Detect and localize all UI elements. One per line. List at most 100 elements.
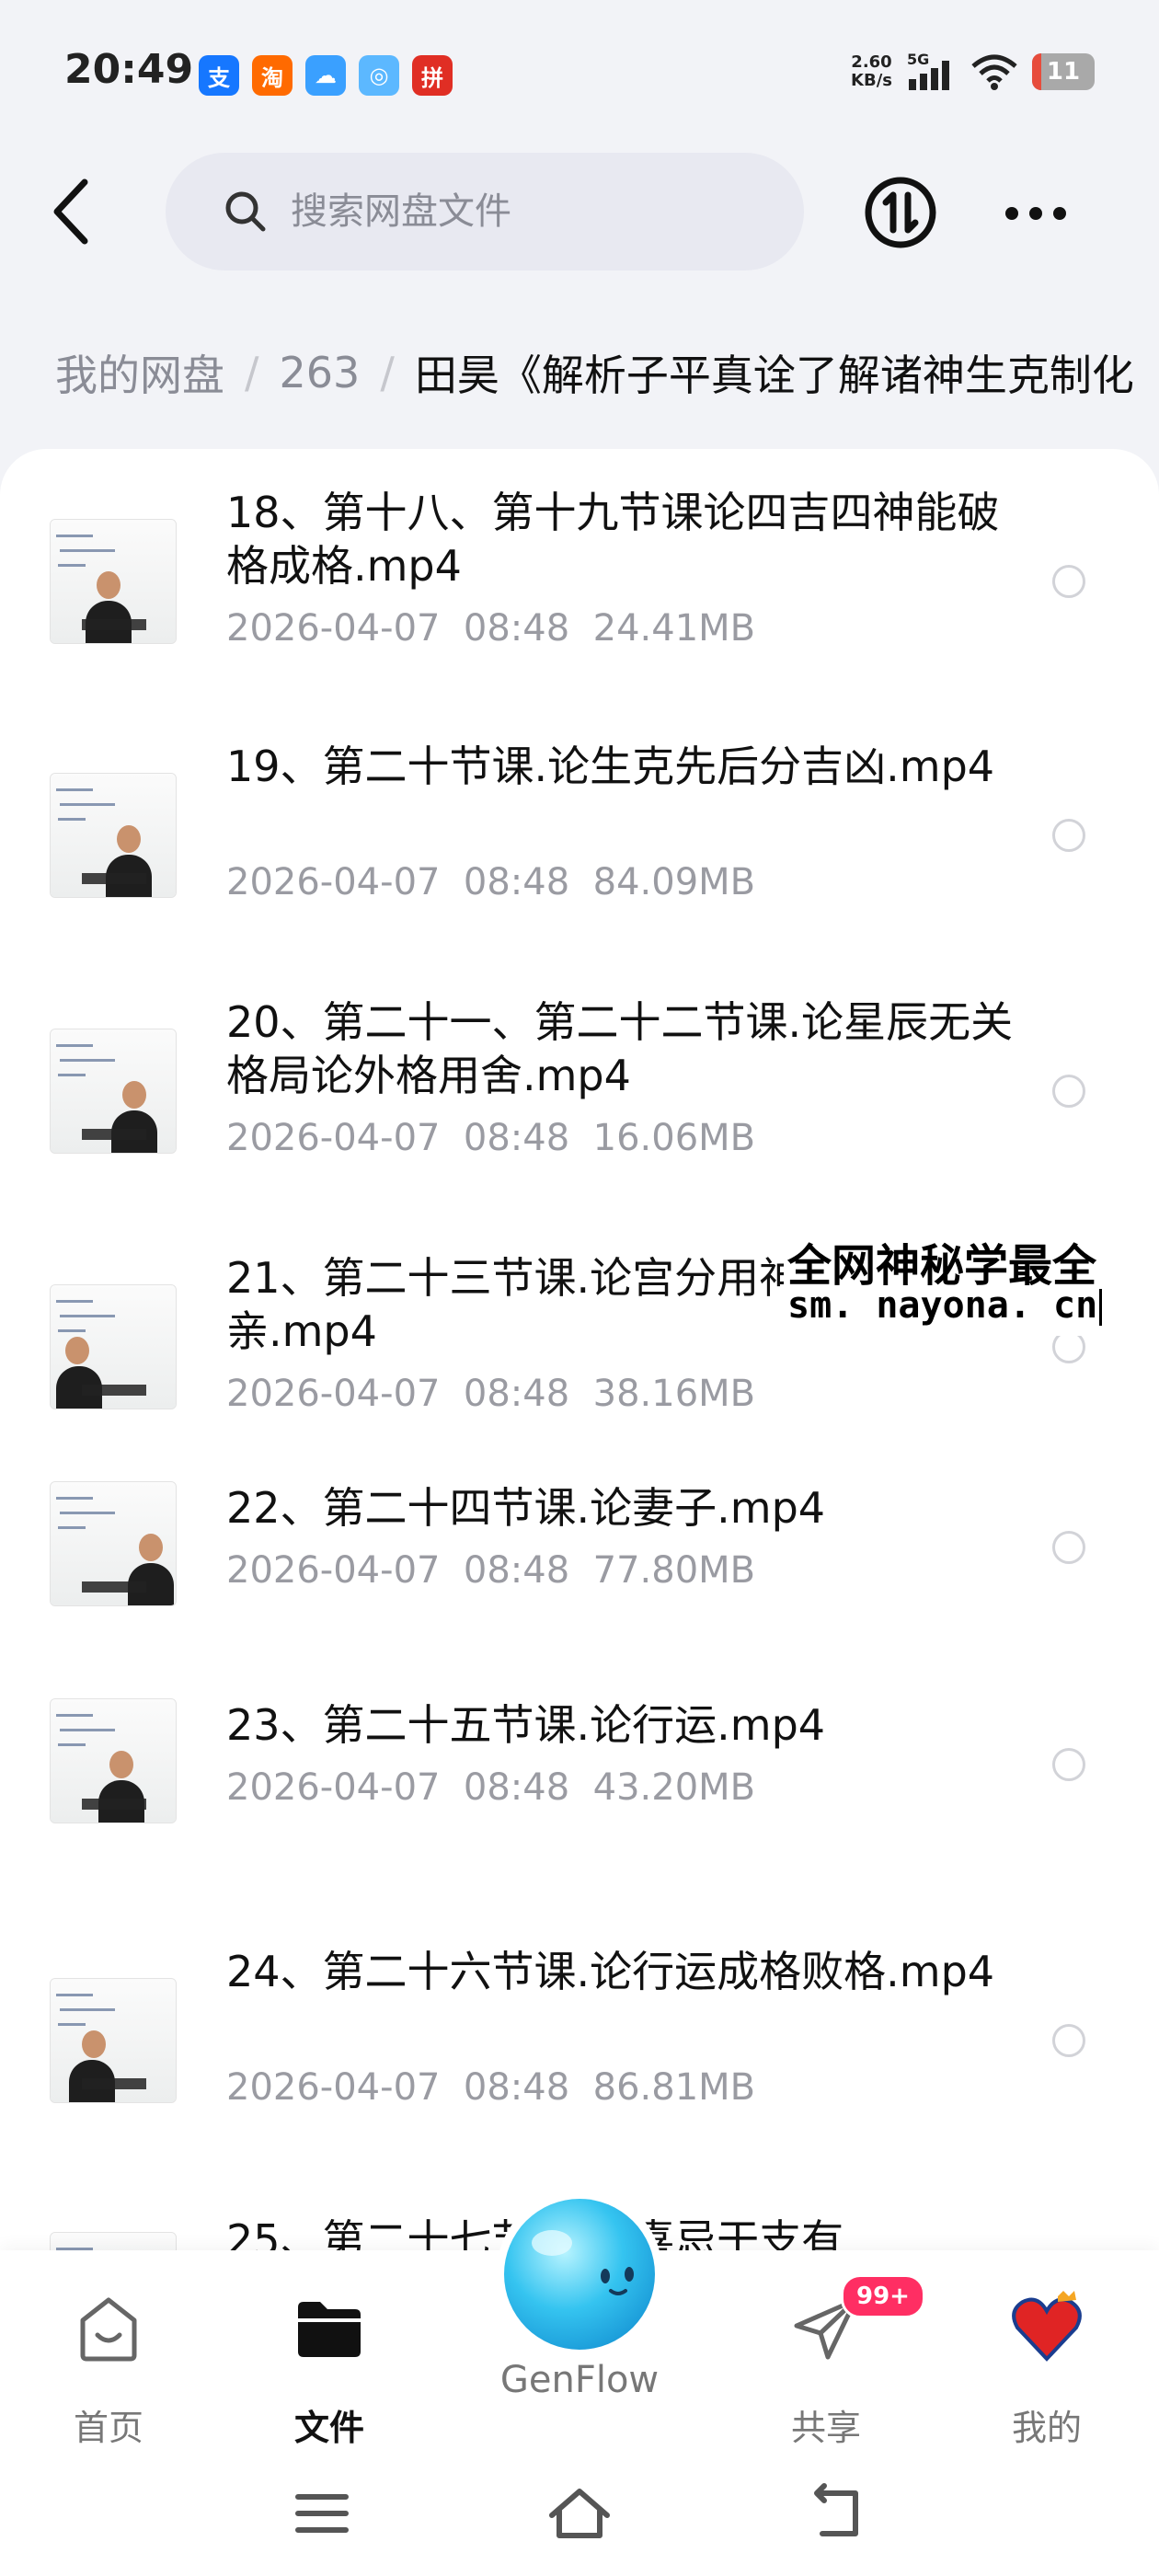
file-row[interactable]: 23、第二十五节课.论行运.mp4 2026-04-07 08:48 43.20M… — [0, 1698, 1159, 1919]
home-button-icon[interactable] — [543, 2480, 616, 2545]
file-name: 18、第十八、第十九节课论四吉四神能破格成格.mp4 — [226, 488, 1000, 591]
search-bar[interactable] — [166, 153, 804, 270]
genflow-app-icon: ◎ — [359, 55, 399, 96]
file-row[interactable]: 18、第十八、第十九节课论四吉四神能破格成格.mp4 2026-04-07 08:… — [0, 486, 1159, 707]
watermark-url: sm. nayona. cn — [787, 1284, 1103, 1327]
nav-files[interactable]: 文件 — [256, 2291, 403, 2448]
back-button-icon[interactable] — [800, 2480, 874, 2545]
video-thumbnail — [50, 1978, 177, 2103]
file-time: 08:48 — [463, 861, 570, 903]
video-thumbnail — [50, 1029, 177, 1154]
nav-share-label: 共享 — [790, 2408, 861, 2448]
system-navigation-bar — [0, 2453, 1159, 2576]
file-meta: 2026-04-07 08:48 38.16MB — [226, 1373, 755, 1415]
file-size: 16.06MB — [592, 1117, 756, 1159]
select-checkbox[interactable] — [1052, 565, 1085, 598]
file-meta: 2026-04-07 08:48 86.81MB — [226, 2066, 755, 2109]
cellular-signal-icon: 5G — [907, 52, 949, 90]
file-time: 08:48 — [463, 607, 570, 650]
share-notification-badge: 99+ — [841, 2274, 925, 2318]
file-name: 23、第二十五节课.论行运.mp4 — [226, 1700, 826, 1750]
file-date: 2026-04-07 — [226, 1766, 441, 1809]
search-icon — [225, 191, 266, 232]
wifi-icon — [971, 54, 1017, 90]
file-list: 18、第十八、第十九节课论四吉四神能破格成格.mp4 2026-04-07 08:… — [0, 449, 1159, 2289]
select-checkbox[interactable] — [1052, 1748, 1085, 1781]
file-date: 2026-04-07 — [226, 607, 441, 650]
file-time: 08:48 — [463, 1549, 570, 1592]
file-meta: 2026-04-07 08:48 16.06MB — [226, 1117, 755, 1159]
file-date: 2026-04-07 — [226, 1373, 441, 1415]
file-row[interactable]: 20、第二十一、第二十二节课.论星辰无关格局论外格用舍.mp4 2026-04-0… — [0, 995, 1159, 1216]
back-arrow-icon[interactable] — [48, 175, 94, 248]
video-thumbnail — [50, 773, 177, 898]
file-name: 22、第二十四节课.论妻子.mp4 — [226, 1483, 826, 1533]
file-date: 2026-04-07 — [226, 1117, 441, 1159]
nav-share[interactable]: 99+ 共享 — [752, 2274, 925, 2448]
alipay-app-icon: 支 — [199, 55, 239, 96]
nav-genflow-label[interactable]: GenFlow — [460, 2359, 699, 2401]
transfer-sort-icon[interactable] — [863, 175, 938, 250]
file-meta: 2026-04-07 08:48 43.20MB — [226, 1766, 755, 1809]
menu-icon[interactable] — [285, 2480, 359, 2545]
network-speed: 2.60 KB/s — [851, 52, 892, 90]
file-date: 2026-04-07 — [226, 2066, 441, 2109]
file-row[interactable]: 19、第二十节课.论生克先后分吉凶.mp4 2026-04-07 08:48 84… — [0, 740, 1159, 960]
select-checkbox[interactable] — [1052, 1075, 1085, 1108]
status-bar: 20:49 支淘 ☁ ◎ 拼 2.60 KB/s 5G 11 — [0, 0, 1159, 147]
more-options-icon[interactable] — [1003, 195, 1069, 232]
watermark-overlay: 全网神秘学最全 sm. nayona. cn — [784, 1222, 1159, 1336]
breadcrumb: 我的网盘 / 263 / 田昊《解析子平真诠了解诸神生克制化 — [55, 342, 1134, 403]
video-thumbnail — [50, 1698, 177, 1823]
file-time: 08:48 — [463, 1766, 570, 1809]
file-size: 43.20MB — [592, 1766, 756, 1809]
nav-mine[interactable]: 我的 — [973, 2291, 1120, 2448]
file-meta: 2026-04-07 08:48 84.09MB — [226, 861, 755, 903]
select-checkbox[interactable] — [1052, 1531, 1085, 1564]
profile-heart-icon — [1012, 2291, 1082, 2362]
text-caret — [1099, 1289, 1103, 1326]
video-thumbnail — [50, 1481, 177, 1606]
pinduoduo-app-icon: 拼 — [412, 55, 453, 96]
nav-files-label: 文件 — [293, 2408, 364, 2448]
file-meta: 2026-04-07 08:48 24.41MB — [226, 607, 755, 650]
file-date: 2026-04-07 — [226, 861, 441, 903]
file-time: 08:48 — [463, 2066, 570, 2109]
file-date: 2026-04-07 — [226, 1549, 441, 1592]
file-time: 08:48 — [463, 1117, 570, 1159]
file-size: 24.41MB — [592, 607, 756, 650]
nav-home-label: 首页 — [73, 2408, 143, 2448]
battery-indicator: 11 — [1032, 53, 1095, 90]
file-size: 84.09MB — [592, 861, 756, 903]
nav-home[interactable]: 首页 — [35, 2291, 182, 2448]
breadcrumb-root[interactable]: 我的网盘 — [55, 342, 224, 403]
breadcrumb-separator: / — [380, 348, 395, 397]
status-app-icons: 支淘 ☁ ◎ 拼 — [199, 55, 453, 96]
svg-text:5G: 5G — [907, 52, 929, 68]
select-checkbox[interactable] — [1052, 819, 1085, 852]
status-time: 20:49 — [64, 46, 194, 93]
home-icon — [80, 2297, 137, 2362]
file-row[interactable]: 24、第二十六节课.论行运成格败格.mp4 2026-04-07 08:48 86… — [0, 1945, 1159, 2166]
file-name: 20、第二十一、第二十二节课.论星辰无关格局论外格用舍.mp4 — [226, 997, 1014, 1100]
breadcrumb-folder[interactable]: 263 — [280, 348, 361, 397]
nav-mine-label: 我的 — [1011, 2408, 1082, 2448]
breadcrumb-separator: / — [245, 348, 259, 397]
breadcrumb-current: 田昊《解析子平真诠了解诸神生克制化 — [414, 351, 1134, 400]
file-meta: 2026-04-07 08:48 77.80MB — [226, 1549, 755, 1592]
search-input[interactable] — [289, 190, 734, 234]
file-size: 86.81MB — [592, 2066, 756, 2109]
cloud-app-icon: ☁ — [305, 55, 346, 96]
file-name: 19、第二十节课.论生克先后分吉凶.mp4 — [226, 742, 995, 791]
video-thumbnail — [50, 519, 177, 644]
status-indicators: 2.60 KB/s 5G 11 — [851, 52, 1095, 92]
select-checkbox[interactable] — [1052, 2024, 1085, 2057]
file-name: 24、第二十六节课.论行运成格败格.mp4 — [226, 1947, 995, 1996]
genflow-mascot-icon[interactable] — [495, 2188, 664, 2359]
file-size: 77.80MB — [592, 1549, 756, 1592]
taobao-app-icon: 淘 — [252, 55, 293, 96]
file-row[interactable]: 22、第二十四节课.论妻子.mp4 2026-04-07 08:48 77.80M… — [0, 1481, 1159, 1702]
video-thumbnail — [50, 1284, 177, 1409]
file-size: 38.16MB — [592, 1373, 756, 1415]
file-time: 08:48 — [463, 1373, 570, 1415]
